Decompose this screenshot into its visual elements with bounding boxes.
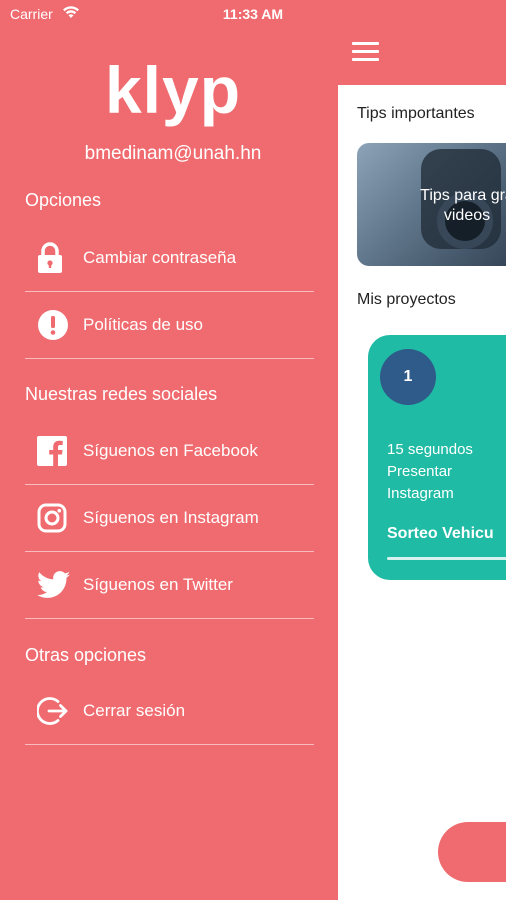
menu-item-policies[interactable]: Políticas de uso [25,292,314,359]
menu-item-label: Síguenos en Facebook [83,441,258,460]
facebook-icon [25,431,83,471]
logout-icon [25,691,83,731]
project-meta: 15 segundos Presentar Instagram [387,439,473,505]
menu-item-change-password[interactable]: Cambiar contraseña [25,225,314,292]
alert-icon [25,305,83,345]
main-panel: Tips importantes Tips para gra videos Mi… [338,0,506,900]
side-drawer: klyp bmedinam@unah.hn Opciones Cambiar c… [0,0,338,900]
section-options: Opciones [25,190,102,210]
menu-item-logout[interactable]: Cerrar sesión [25,678,314,745]
twitter-icon [25,565,83,605]
floating-action-button[interactable] [438,822,506,882]
projects-title: Mis proyectos [357,291,456,308]
menu-item-twitter[interactable]: Síguenos en Twitter [25,552,314,619]
tip-card[interactable]: Tips para gra videos [357,143,506,266]
top-bar [338,0,506,85]
hamburger-menu-icon[interactable] [352,42,379,62]
section-other: Otras opciones [25,645,147,665]
project-divider [387,557,506,560]
project-duration: 15 segundos [387,441,473,458]
project-type: Presentar [387,463,453,480]
lock-icon [25,238,83,278]
menu-item-label: Síguenos en Twitter [83,575,233,594]
menu-item-instagram[interactable]: Síguenos en Instagram [25,485,314,552]
tip-card-title: Tips para gra videos [420,187,506,224]
project-name: Sorteo Vehicu [387,525,494,542]
menu-item-label: Cerrar sesión [83,701,186,720]
section-social: Nuestras redes sociales [25,384,218,404]
project-card[interactable]: 1 15 segundos Presentar Instagram Sorteo… [368,335,506,580]
menu-item-facebook[interactable]: Síguenos en Facebook [25,418,314,485]
menu-item-label: Políticas de uso [83,315,204,334]
menu-item-label: Síguenos en Instagram [83,508,259,527]
instagram-icon [25,498,83,538]
project-number-badge: 1 [380,349,436,405]
user-email: bmedinam@unah.hn [84,143,262,164]
menu-item-label: Cambiar contraseña [83,248,237,267]
project-platform: Instagram [387,485,454,502]
tips-title: Tips importantes [357,105,475,122]
app-logo: klyp [104,53,242,127]
